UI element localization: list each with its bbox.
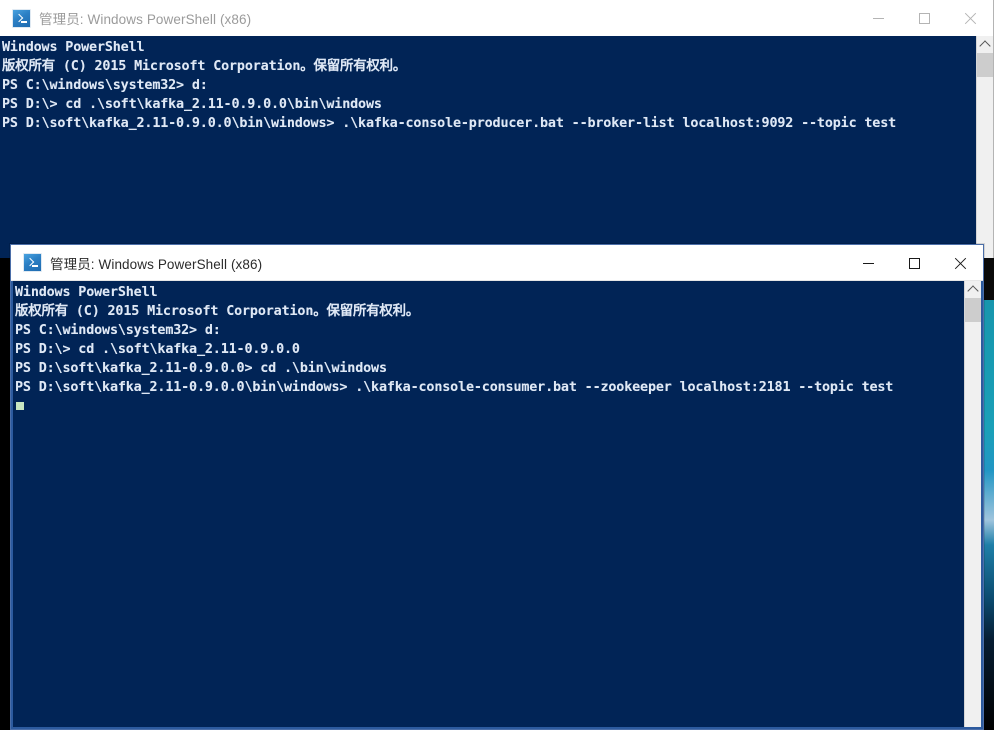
minimize-button-consumer[interactable] (845, 245, 891, 281)
console-line: PS D:\> cd .\soft\kafka_2.11-0.9.0.0 (15, 342, 300, 357)
desktop-screen: 管理员: Windows PowerShell (x86) Windows Po… (0, 0, 994, 730)
console-line: PS C:\windows\system32> d: (2, 78, 208, 93)
console-line: PS D:\soft\kafka_2.11-0.9.0.0> cd .\bin\… (15, 361, 387, 376)
titlebar-consumer[interactable]: 管理员: Windows PowerShell (x86) (11, 245, 983, 281)
maximize-icon (908, 257, 920, 269)
close-button-consumer[interactable] (937, 245, 983, 281)
chevron-up-icon (967, 284, 979, 297)
console-line: PS D:\soft\kafka_2.11-0.9.0.0\bin\window… (2, 116, 897, 131)
minimize-icon (872, 17, 884, 19)
scrollbar-thumb-producer[interactable] (977, 53, 993, 77)
console-line: 版权所有 (C) 2015 Microsoft Corporation。保留所有… (15, 304, 420, 319)
console-output-producer[interactable]: Windows PowerShell 版权所有 (C) 2015 Microso… (0, 36, 976, 258)
window-controls-consumer (845, 245, 983, 281)
minimize-button-producer[interactable] (855, 0, 901, 36)
maximize-button-consumer[interactable] (891, 245, 937, 281)
maximize-button-producer[interactable] (901, 0, 947, 36)
close-button-producer[interactable] (947, 0, 993, 36)
minimize-icon (862, 262, 874, 264)
scroll-up-button-producer[interactable] (977, 36, 993, 53)
powershell-icon (23, 253, 42, 272)
console-line: PS C:\windows\system32> d: (15, 323, 221, 338)
console-area-producer: Windows PowerShell 版权所有 (C) 2015 Microso… (0, 36, 993, 258)
console-line: Windows PowerShell (2, 40, 145, 55)
console-line: PS D:\> cd .\soft\kafka_2.11-0.9.0.0\bin… (2, 97, 382, 112)
scrollbar-producer[interactable] (976, 36, 993, 258)
close-icon (964, 12, 977, 25)
window-powershell-consumer[interactable]: 管理员: Windows PowerShell (x86) Windows Po… (10, 244, 984, 730)
window-title-consumer: 管理员: Windows PowerShell (x86) (50, 256, 263, 272)
window-controls-producer (855, 0, 993, 36)
console-line: Windows PowerShell (15, 285, 158, 300)
console-area-consumer: Windows PowerShell 版权所有 (C) 2015 Microso… (11, 281, 983, 729)
scrollbar-thumb-consumer[interactable] (965, 298, 981, 322)
maximize-icon (918, 12, 930, 24)
close-icon (954, 257, 967, 270)
powershell-icon (12, 8, 31, 28)
console-line: 版权所有 (C) 2015 Microsoft Corporation。保留所有… (2, 59, 407, 74)
window-title-producer: 管理员: Windows PowerShell (x86) (39, 12, 252, 27)
chevron-up-icon (979, 39, 991, 52)
console-output-consumer[interactable]: Windows PowerShell 版权所有 (C) 2015 Microso… (13, 281, 964, 727)
scroll-up-button-consumer[interactable] (965, 281, 981, 298)
scrollbar-consumer[interactable] (964, 281, 981, 727)
window-powershell-producer[interactable]: 管理员: Windows PowerShell (x86) Windows Po… (0, 0, 994, 258)
console-cursor-line (15, 397, 964, 416)
console-line: PS D:\soft\kafka_2.11-0.9.0.0\bin\window… (15, 380, 894, 395)
titlebar-producer[interactable]: 管理员: Windows PowerShell (x86) (0, 0, 993, 36)
text-cursor (16, 402, 24, 410)
